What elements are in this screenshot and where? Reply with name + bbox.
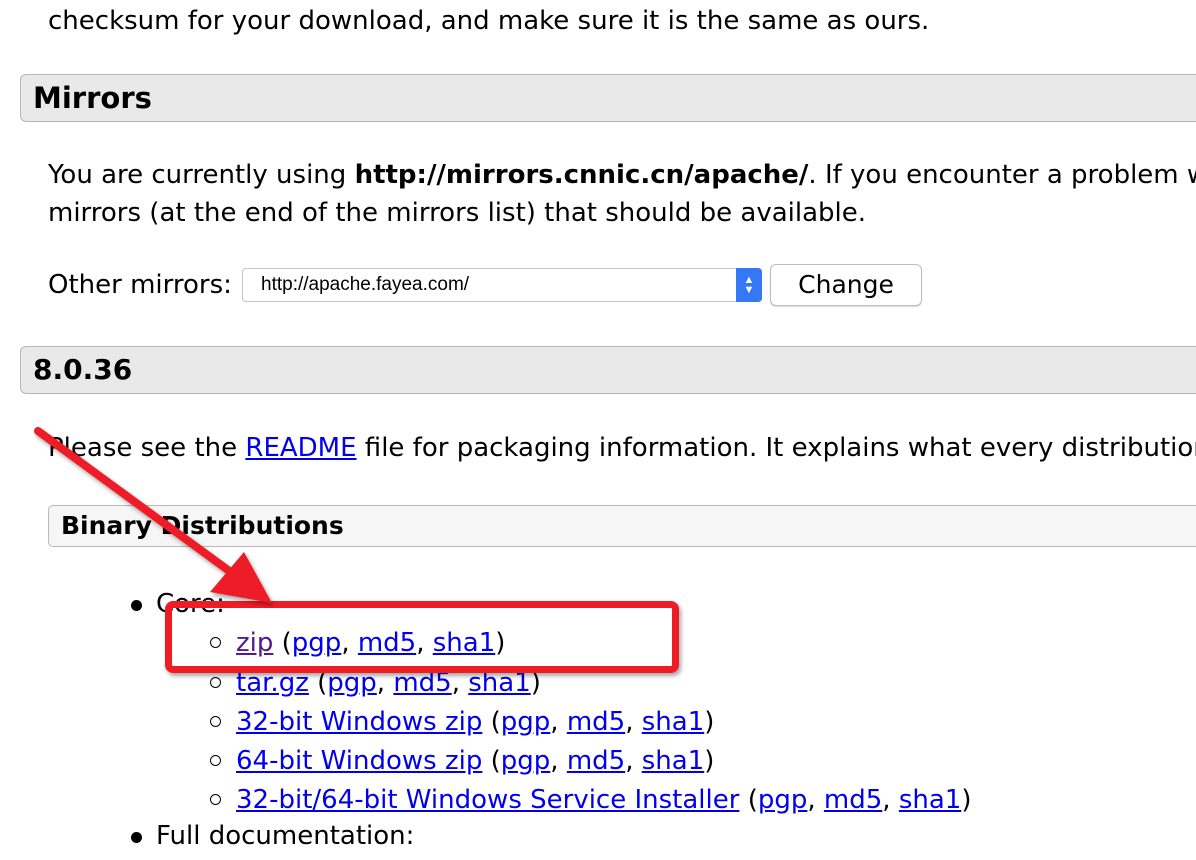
red-arrow-icon (34, 427, 272, 603)
